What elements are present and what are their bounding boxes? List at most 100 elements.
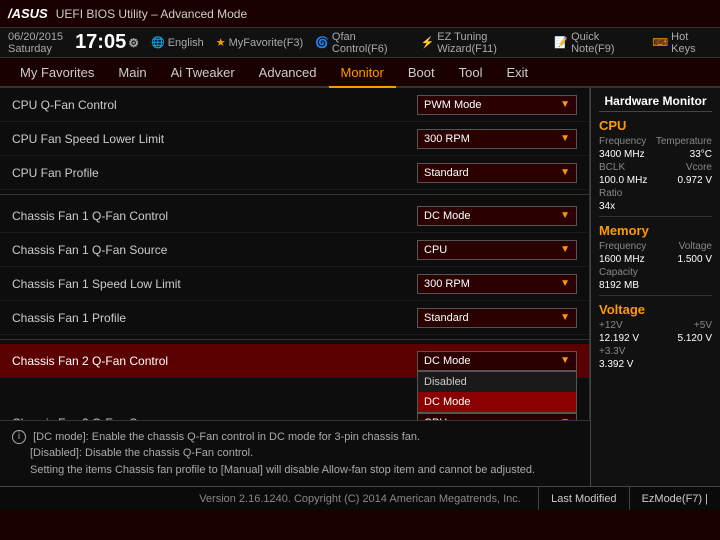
- hw-ratio-val-row: 34x: [599, 201, 712, 212]
- hw-mem-cap-value: 8192 MB: [599, 280, 639, 291]
- footer-buttons: Last Modified EzMode(F7) |: [538, 487, 720, 510]
- hw-mem-volt-label: Voltage: [679, 241, 712, 252]
- hw-33v-row: +3.3V: [599, 346, 712, 357]
- nav-tool[interactable]: Tool: [447, 57, 495, 87]
- hot-keys[interactable]: ⌨ Hot Keys: [652, 31, 712, 55]
- hw-mem-freq-label: Frequency: [599, 241, 646, 252]
- note-icon: 📝: [554, 36, 568, 49]
- nav-monitor[interactable]: Monitor: [329, 58, 396, 88]
- chassis-fan1-qfan-label: Chassis Fan 1 Q-Fan Control: [12, 209, 417, 223]
- chassis-fan1-source-dropdown[interactable]: CPU ▼: [417, 240, 577, 260]
- content-area: CPU Q-Fan Control PWM Mode ▼ CPU Fan Spe…: [0, 88, 720, 486]
- cpu-fan-speed-label: CPU Fan Speed Lower Limit: [12, 132, 417, 146]
- ez-tuning-wizard[interactable]: ⚡ EZ Tuning Wizard(F11): [421, 31, 543, 55]
- my-favorites-toolbar[interactable]: ★ MyFavorite(F3): [216, 36, 303, 49]
- hw-mem-volt-value: 1.500 V: [678, 254, 712, 265]
- hw-12v-label: +12V: [599, 320, 623, 331]
- nav-boot[interactable]: Boot: [396, 57, 447, 87]
- chassis-fan1-source-row: Chassis Fan 1 Q-Fan Source CPU ▼: [0, 233, 589, 267]
- hw-mem-cap-row: Capacity: [599, 267, 712, 278]
- hw-bclk-val-row: 100.0 MHz 0.972 V: [599, 175, 712, 186]
- chassis-fan1-profile-row: Chassis Fan 1 Profile Standard ▼: [0, 301, 589, 335]
- hw-cpu-freq-label: Frequency: [599, 136, 646, 147]
- fan-icon: 🌀: [315, 36, 329, 49]
- nav-advanced[interactable]: Advanced: [247, 57, 329, 87]
- cpu-fan-profile-label: CPU Fan Profile: [12, 166, 417, 180]
- toolbar: 06/20/2015 Saturday 17:05 ⚙ 🌐 English ★ …: [0, 28, 720, 58]
- hw-monitor-panel: Hardware Monitor CPU Frequency Temperatu…: [590, 88, 720, 486]
- hw-bclk-label: BCLK: [599, 162, 625, 173]
- chassis-fan2-source-dropdown[interactable]: CPU ▼: [417, 413, 577, 420]
- hw-bclk-row: BCLK Vcore: [599, 162, 712, 173]
- cpu-fan-speed-dropdown[interactable]: 300 RPM ▼: [417, 129, 577, 149]
- datetime: 06/20/2015 Saturday: [8, 31, 63, 55]
- language-selector[interactable]: 🌐 English: [151, 36, 204, 49]
- ez-mode-button[interactable]: EzMode(F7) |: [629, 487, 720, 510]
- option-disabled[interactable]: Disabled: [418, 372, 576, 392]
- gear-icon: ⚙: [128, 36, 139, 50]
- main-nav: My Favorites Main Ai Tweaker Advanced Mo…: [0, 58, 720, 88]
- chassis-fan2-dropdown-header[interactable]: DC Mode ▼: [417, 351, 577, 371]
- hw-cpu-temp-label: Temperature: [656, 136, 712, 147]
- nav-ai-tweaker[interactable]: Ai Tweaker: [159, 57, 247, 87]
- dropdown-arrow-icon: ▼: [560, 278, 570, 289]
- nav-my-favorites[interactable]: My Favorites: [8, 57, 106, 87]
- hw-12v-value: 12.192 V: [599, 333, 639, 344]
- chassis-fan2-dropdown-options: Disabled DC Mode: [417, 371, 577, 413]
- time-display: 17:05 ⚙: [75, 31, 139, 54]
- cpu-fan-profile-row: CPU Fan Profile Standard ▼: [0, 156, 589, 190]
- dropdown-arrow-icon: ▼: [560, 210, 570, 221]
- version-text: Version 2.16.1240. Copyright (C) 2014 Am…: [199, 493, 521, 505]
- globe-icon: 🌐: [151, 36, 165, 49]
- hw-mem-cap-label: Capacity: [599, 267, 638, 278]
- dropdown-arrow-icon: ▼: [560, 99, 570, 110]
- section-divider-1: [0, 194, 589, 195]
- hw-voltage-title: Voltage: [599, 302, 712, 317]
- cpu-fan-speed-row: CPU Fan Speed Lower Limit 300 RPM ▼: [0, 122, 589, 156]
- chassis-fan1-speed-row: Chassis Fan 1 Speed Low Limit 300 RPM ▼: [0, 267, 589, 301]
- cpu-qfan-dropdown[interactable]: PWM Mode ▼: [417, 95, 577, 115]
- chassis-fan1-qfan-row: Chassis Fan 1 Q-Fan Control DC Mode ▼: [0, 199, 589, 233]
- hw-monitor-title: Hardware Monitor: [599, 94, 712, 112]
- hw-ratio-value: 34x: [599, 201, 615, 212]
- last-modified-button[interactable]: Last Modified: [538, 487, 628, 510]
- hw-vcore-value: 0.972 V: [678, 175, 712, 186]
- lightning-icon: ⚡: [421, 36, 435, 49]
- info-text-2: [Disabled]: Disable the chassis Q-Fan co…: [30, 447, 253, 459]
- cpu-qfan-control-row: CPU Q-Fan Control PWM Mode ▼: [0, 88, 589, 122]
- nav-exit[interactable]: Exit: [494, 57, 540, 87]
- quick-note[interactable]: 📝 Quick Note(F9): [554, 31, 640, 55]
- star-icon: ★: [216, 36, 226, 49]
- hw-cpu-title: CPU: [599, 118, 712, 133]
- chassis-fan2-qfan-dropdown[interactable]: DC Mode ▼ Disabled DC Mode: [417, 351, 577, 371]
- dropdown-arrow-icon: ▼: [560, 417, 570, 420]
- hw-33v-val-row: 3.392 V: [599, 359, 712, 370]
- section-divider-2: [0, 339, 589, 340]
- chassis-fan2-dropdown-container[interactable]: DC Mode ▼ Disabled DC Mode: [417, 351, 577, 371]
- keyboard-icon: ⌨: [652, 36, 668, 49]
- hw-mem-cap-val-row: 8192 MB: [599, 280, 712, 291]
- cpu-fan-profile-dropdown[interactable]: Standard ▼: [417, 163, 577, 183]
- hw-mem-freq-value: 1600 MHz: [599, 254, 645, 265]
- hw-5v-label: +5V: [694, 320, 712, 331]
- hw-divider-2: [599, 295, 712, 296]
- chassis-fan1-source-label: Chassis Fan 1 Q-Fan Source: [12, 243, 417, 257]
- option-dc-mode[interactable]: DC Mode: [418, 392, 576, 412]
- hw-ratio-row: Ratio: [599, 188, 712, 199]
- chassis-fan1-profile-dropdown[interactable]: Standard ▼: [417, 308, 577, 328]
- title-text: UEFI BIOS Utility – Advanced Mode: [56, 7, 247, 21]
- info-icon: i: [12, 430, 26, 444]
- hw-cpu-freq-row: Frequency Temperature: [599, 136, 712, 147]
- dropdown-arrow-icon: ▼: [560, 312, 570, 323]
- chassis-fan1-speed-dropdown[interactable]: 300 RPM ▼: [417, 274, 577, 294]
- footer: Version 2.16.1240. Copyright (C) 2014 Am…: [0, 486, 720, 510]
- asus-logo: /ASUS: [8, 6, 48, 21]
- qfan-control[interactable]: 🌀 Qfan Control(F6): [315, 31, 408, 55]
- dropdown-arrow-icon: ▼: [560, 355, 570, 366]
- chassis-fan1-qfan-dropdown[interactable]: DC Mode ▼: [417, 206, 577, 226]
- chassis-fan2-qfan-row: Chassis Fan 2 Q-Fan Control DC Mode ▼ Di…: [0, 344, 589, 378]
- nav-main[interactable]: Main: [106, 57, 158, 87]
- hw-33v-value: 3.392 V: [599, 359, 633, 370]
- hw-bclk-value: 100.0 MHz: [599, 175, 647, 186]
- hw-memory-title: Memory: [599, 223, 712, 238]
